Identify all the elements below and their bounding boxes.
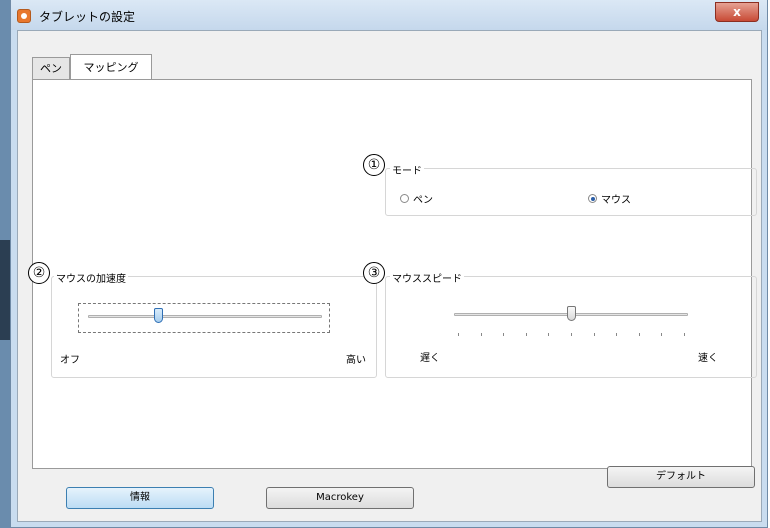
tab-pen[interactable]: ペン	[32, 57, 70, 79]
mode-pen-option[interactable]: ペン	[400, 191, 433, 206]
speed-tick	[548, 333, 550, 336]
speed-tick	[571, 333, 572, 336]
callout-3: ③	[363, 262, 385, 284]
title-bar: タブレットの設定 x	[11, 0, 767, 30]
mouse-speed-title: マウススピード	[390, 270, 464, 285]
speed-tick	[525, 333, 527, 336]
macrokey-button[interactable]: Macrokey	[266, 487, 414, 509]
mode-mouse-radio[interactable]	[588, 194, 597, 203]
speed-tick	[661, 333, 663, 336]
mouse-acceleration-group: マウスの加速度 オフ 高い	[51, 270, 377, 378]
speed-max-label: 速く	[698, 353, 718, 364]
window-title: タブレットの設定	[39, 10, 136, 24]
info-button[interactable]: 情報	[66, 487, 214, 509]
acceleration-max-label: 高い	[346, 355, 366, 366]
app-icon	[17, 9, 31, 23]
speed-tick	[458, 333, 459, 336]
mode-mouse-option[interactable]: マウス	[588, 191, 631, 206]
callout-1: ①	[363, 154, 385, 176]
tablet-settings-window: タブレットの設定 x ペン マッピング ① モード ペン マウス ② マウスの加…	[10, 0, 768, 528]
speed-tick	[616, 333, 618, 336]
mode-pen-label: ペン	[413, 195, 433, 206]
speed-tick	[503, 333, 505, 336]
callout-2: ②	[28, 262, 50, 284]
default-button[interactable]: デフォルト	[607, 466, 755, 488]
acceleration-slider-thumb[interactable]	[154, 308, 164, 323]
speed-min-label: 遅く	[420, 353, 440, 364]
speed-tick	[480, 333, 482, 336]
mode-mouse-label: マウス	[601, 195, 631, 206]
speed-tick	[684, 333, 685, 336]
mouse-acceleration-title: マウスの加速度	[54, 270, 128, 285]
mode-pen-radio[interactable]	[400, 194, 409, 203]
speed-tick	[593, 333, 595, 336]
tab-mapping[interactable]: マッピング	[70, 54, 152, 80]
close-button[interactable]: x	[715, 2, 759, 22]
dialog-body: ペン マッピング ① モード ペン マウス ② マウスの加速度 オフ 高い ③ …	[17, 30, 762, 522]
mapping-panel: ① モード ペン マウス ② マウスの加速度 オフ 高い ③ マウススピード 遅…	[28, 79, 757, 488]
speed-tick	[638, 333, 640, 336]
mouse-speed-group: マウススピード 遅く 速く	[385, 270, 757, 378]
acceleration-slider-track[interactable]	[88, 315, 322, 318]
mode-group-title: モード	[390, 162, 424, 177]
acceleration-min-label: オフ	[60, 355, 80, 366]
speed-slider-thumb[interactable]	[567, 306, 576, 321]
acceleration-slider-focus	[78, 303, 330, 333]
mode-group: モード ペン マウス	[385, 162, 757, 216]
